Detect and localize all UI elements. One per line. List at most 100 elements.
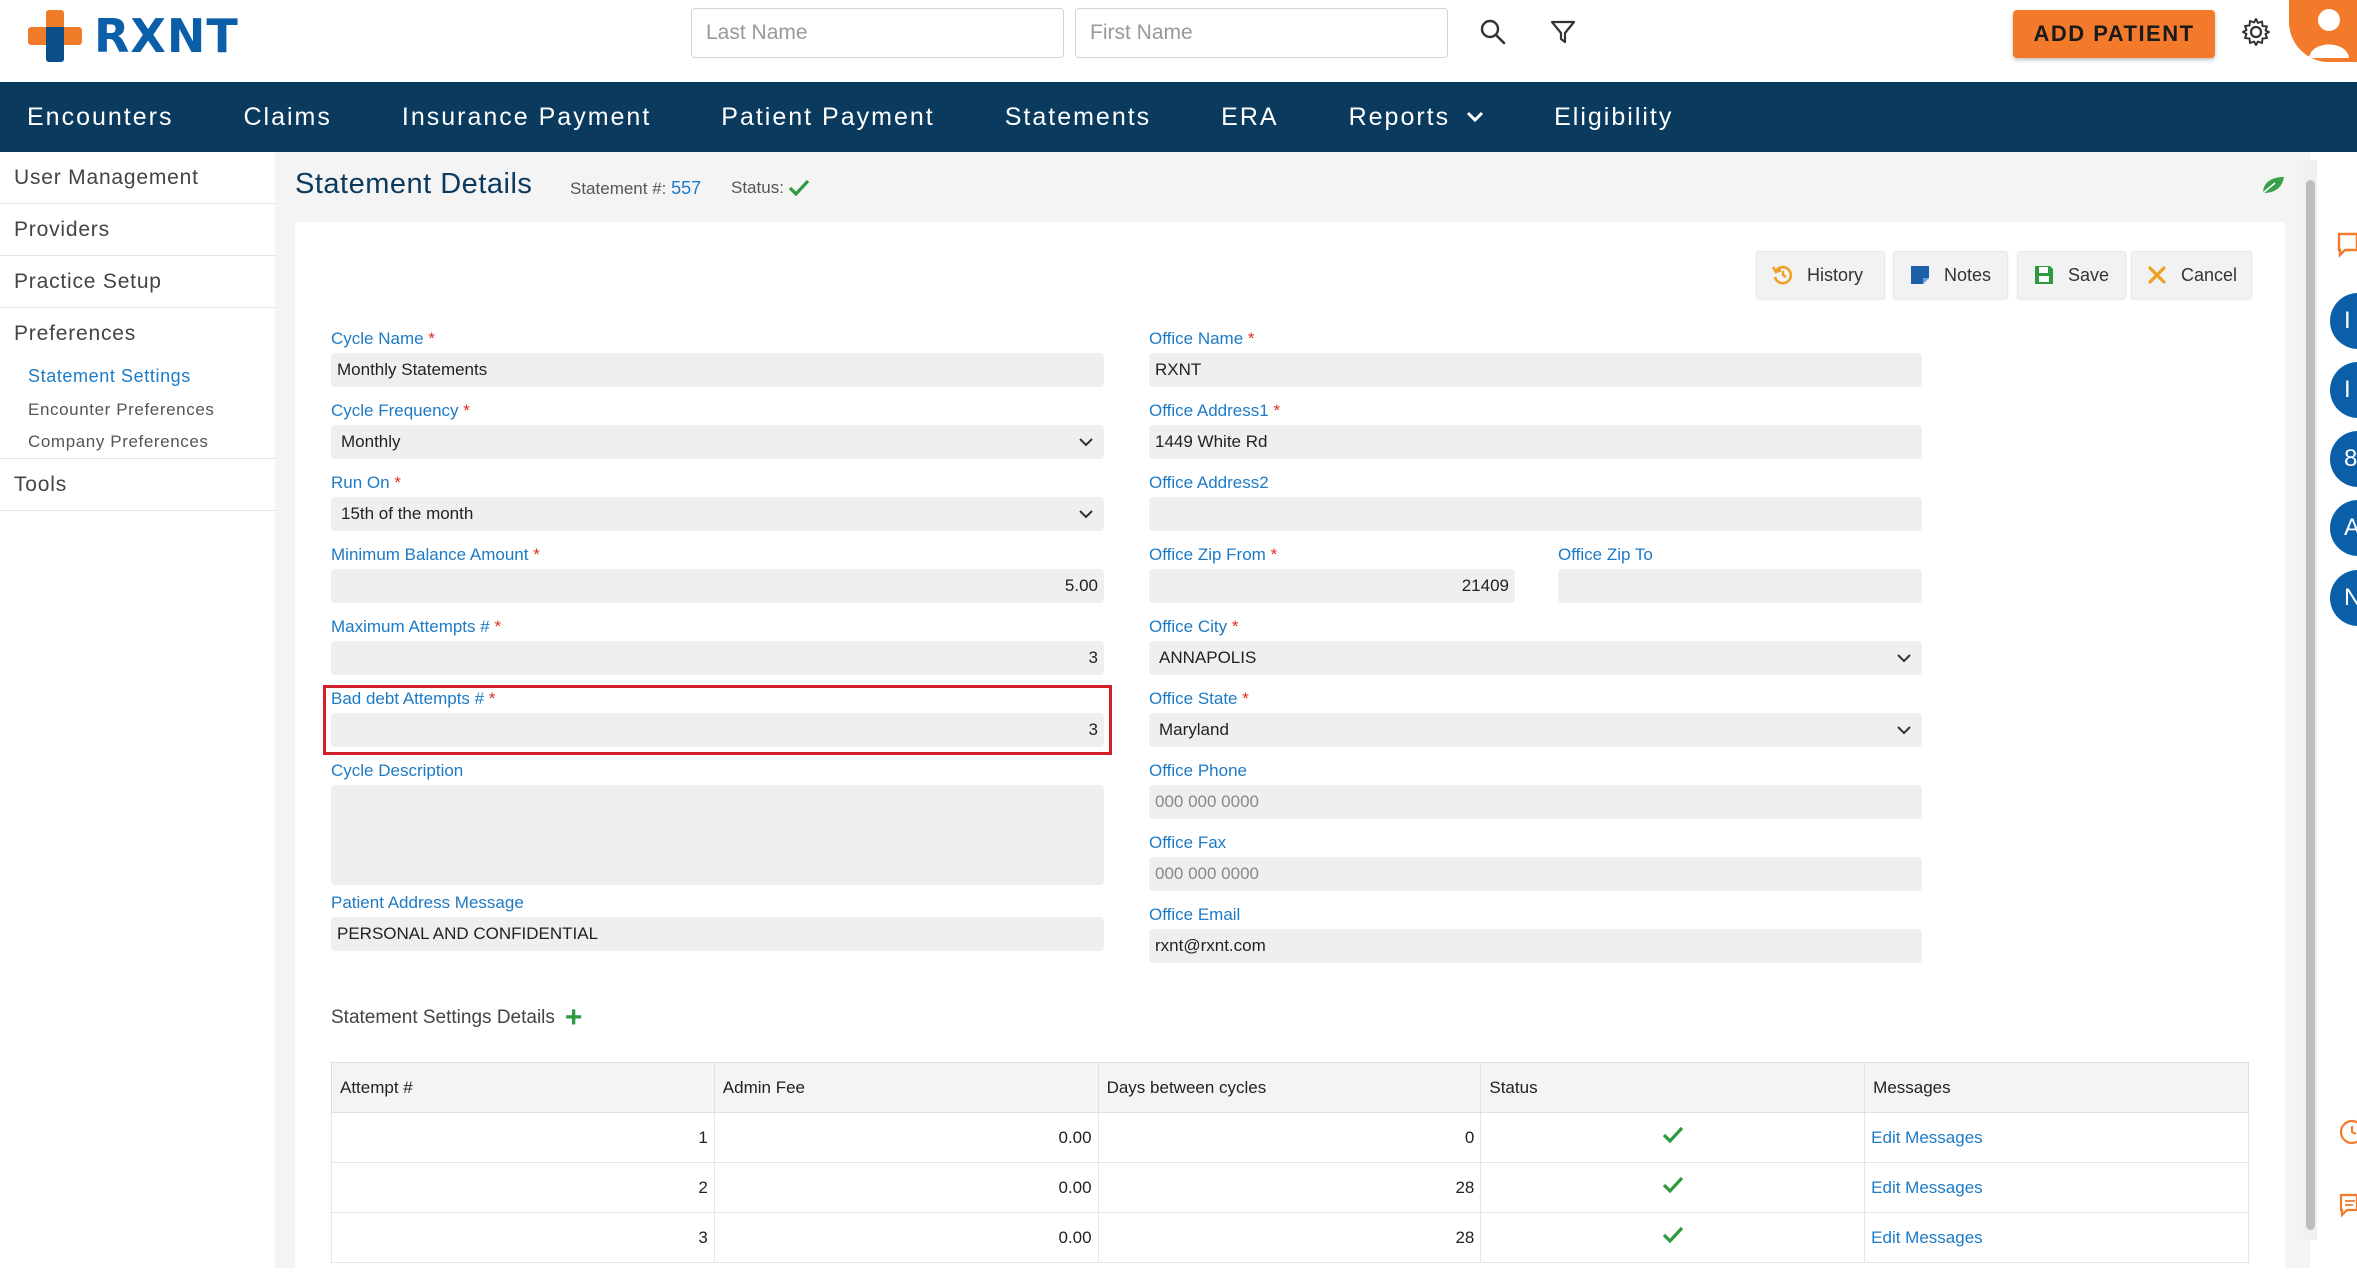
office-zip-to-field[interactable] — [1558, 569, 1922, 603]
sidebar-sub-statement-settings[interactable]: Statement Settings — [0, 360, 275, 393]
cancel-button[interactable]: Cancel — [2131, 251, 2252, 299]
admin-fee-cell: 0.00 — [713, 1162, 1099, 1213]
chevron-down-icon — [1897, 654, 1911, 663]
cycle-frequency-select[interactable]: Monthly — [331, 425, 1104, 459]
run-on-value: 15th of the month — [341, 504, 474, 523]
save-button[interactable]: Save — [2017, 251, 2126, 299]
nav-statements[interactable]: Statements — [1005, 103, 1151, 132]
sidebar-sub-encounter-preferences[interactable]: Encounter Preferences — [0, 393, 275, 426]
sidebar-sub-company-preferences[interactable]: Company Preferences — [0, 426, 275, 459]
edit-messages-link[interactable]: Edit Messages — [1864, 1112, 2249, 1163]
required-marker: * — [494, 617, 502, 636]
last-name-input[interactable] — [691, 8, 1064, 58]
notes-label: Notes — [1944, 264, 1992, 285]
status-cell — [1480, 1162, 1866, 1213]
office-state-select[interactable]: Maryland — [1149, 713, 1922, 747]
sidebar-item-providers[interactable]: Providers — [0, 204, 275, 256]
details-section-title: Statement Settings Details + — [331, 1003, 582, 1033]
office-state-value: Maryland — [1159, 720, 1229, 739]
leaf-icon[interactable] — [2260, 174, 2286, 201]
status-label: Status: — [731, 178, 784, 197]
required-marker: * — [1273, 401, 1281, 420]
clock-icon[interactable] — [2338, 1118, 2357, 1151]
nav-eligibility[interactable]: Eligibility — [1554, 103, 1673, 132]
filter-icon[interactable] — [1545, 14, 1581, 50]
settings-sidebar: User Management Providers Practice Setup… — [0, 152, 275, 1268]
office-city-select[interactable]: ANNAPOLIS — [1149, 641, 1922, 675]
office-city-label-text: Office City — [1149, 617, 1228, 636]
scrollbar-thumb[interactable] — [2306, 180, 2315, 1230]
gear-icon[interactable] — [2238, 14, 2274, 50]
office-email-label: Office Email — [1149, 905, 1241, 924]
cycle-name-field[interactable]: Monthly Statements — [331, 353, 1104, 387]
office-zip-to-label: Office Zip To — [1558, 545, 1653, 564]
nav-insurance-payment[interactable]: Insurance Payment — [402, 103, 651, 132]
cycle-description-textarea[interactable] — [331, 785, 1104, 885]
statement-settings-table: Attempt # Admin Fee Days between cycles … — [331, 1062, 2249, 1263]
admin-fee-cell: 0.00 — [713, 1112, 1099, 1163]
office-phone-label: Office Phone — [1149, 761, 1247, 780]
statement-number-label: Statement #: — [570, 179, 667, 198]
min-balance-field[interactable]: 5.00 — [331, 569, 1104, 603]
nav-era[interactable]: ERA — [1221, 103, 1278, 132]
office-address1-field[interactable]: 1449 White Rd — [1149, 425, 1922, 459]
search-icon[interactable] — [1475, 14, 1511, 50]
required-marker: * — [1231, 617, 1239, 636]
main-nav: Encounters Claims Insurance Payment Pati… — [0, 82, 2357, 152]
add-icon[interactable]: + — [565, 1003, 583, 1033]
notes-icon — [1908, 263, 1932, 287]
office-fax-label: Office Fax — [1149, 833, 1227, 852]
office-state-label: Office State * — [1149, 689, 1249, 709]
max-attempts-label-text: Maximum Attempts # — [331, 617, 490, 636]
cycle-frequency-value: Monthly — [341, 432, 401, 451]
sidebar-item-user-management[interactable]: User Management — [0, 152, 275, 204]
sidebar-item-practice-setup[interactable]: Practice Setup — [0, 256, 275, 308]
chat-icon[interactable] — [2336, 230, 2357, 263]
office-fax-field[interactable]: 000 000 0000 — [1149, 857, 1922, 891]
statement-number-value: 557 — [671, 178, 702, 198]
patient-address-message-field[interactable]: PERSONAL AND CONFIDENTIAL — [331, 917, 1104, 951]
table-header-row: Attempt # Admin Fee Days between cycles … — [331, 1062, 2249, 1113]
add-patient-button[interactable]: ADD PATIENT — [2013, 10, 2215, 58]
nav-claims[interactable]: Claims — [243, 103, 331, 132]
nav-encounters[interactable]: Encounters — [27, 103, 173, 132]
office-name-field[interactable]: RXNT — [1149, 353, 1922, 387]
save-icon — [2032, 263, 2056, 287]
office-address2-field[interactable] — [1149, 497, 1922, 531]
check-icon — [1662, 1176, 1683, 1194]
office-address1-label: Office Address1 * — [1149, 401, 1280, 421]
first-name-input[interactable] — [1075, 8, 1448, 58]
rxnt-logo[interactable]: RXNT — [28, 8, 239, 64]
details-title-text: Statement Settings Details — [331, 1007, 555, 1028]
max-attempts-field[interactable]: 3 — [331, 641, 1104, 675]
cancel-label: Cancel — [2180, 264, 2237, 285]
logo-cross-icon — [28, 10, 82, 62]
attempt-cell: 3 — [331, 1212, 715, 1263]
history-button[interactable]: History — [1756, 251, 1885, 299]
chevron-down-icon — [1467, 111, 1484, 123]
col-messages: Messages — [1864, 1062, 2249, 1113]
attempt-cell: 2 — [331, 1162, 715, 1213]
sidebar-item-tools[interactable]: Tools — [0, 459, 275, 511]
cycle-frequency-label-text: Cycle Frequency — [331, 401, 459, 420]
notes-button[interactable]: Notes — [1893, 251, 2008, 299]
run-on-select[interactable]: 15th of the month — [331, 497, 1104, 531]
office-zip-from-field[interactable]: 21409 — [1149, 569, 1515, 603]
edit-messages-link[interactable]: Edit Messages — [1864, 1212, 2249, 1263]
edit-messages-link[interactable]: Edit Messages — [1864, 1162, 2249, 1213]
admin-fee-cell: 0.00 — [713, 1212, 1099, 1263]
nav-patient-payment[interactable]: Patient Payment — [721, 103, 934, 132]
message-icon[interactable] — [2338, 1192, 2357, 1223]
chevron-down-icon — [1079, 510, 1093, 519]
user-avatar[interactable] — [2289, 0, 2357, 62]
office-state-label-text: Office State — [1149, 689, 1238, 708]
nav-reports[interactable]: Reports — [1349, 103, 1485, 132]
office-phone-field[interactable]: 000 000 0000 — [1149, 785, 1922, 819]
col-status: Status — [1480, 1062, 1866, 1113]
office-zip-from-label-text: Office Zip From — [1149, 545, 1266, 564]
close-icon — [2146, 263, 2169, 287]
office-email-field[interactable]: rxnt@rxnt.com — [1149, 929, 1922, 963]
logo-text: RXNT — [94, 9, 239, 63]
sidebar-item-preferences[interactable]: Preferences — [0, 308, 275, 360]
chevron-down-icon — [1897, 726, 1911, 735]
